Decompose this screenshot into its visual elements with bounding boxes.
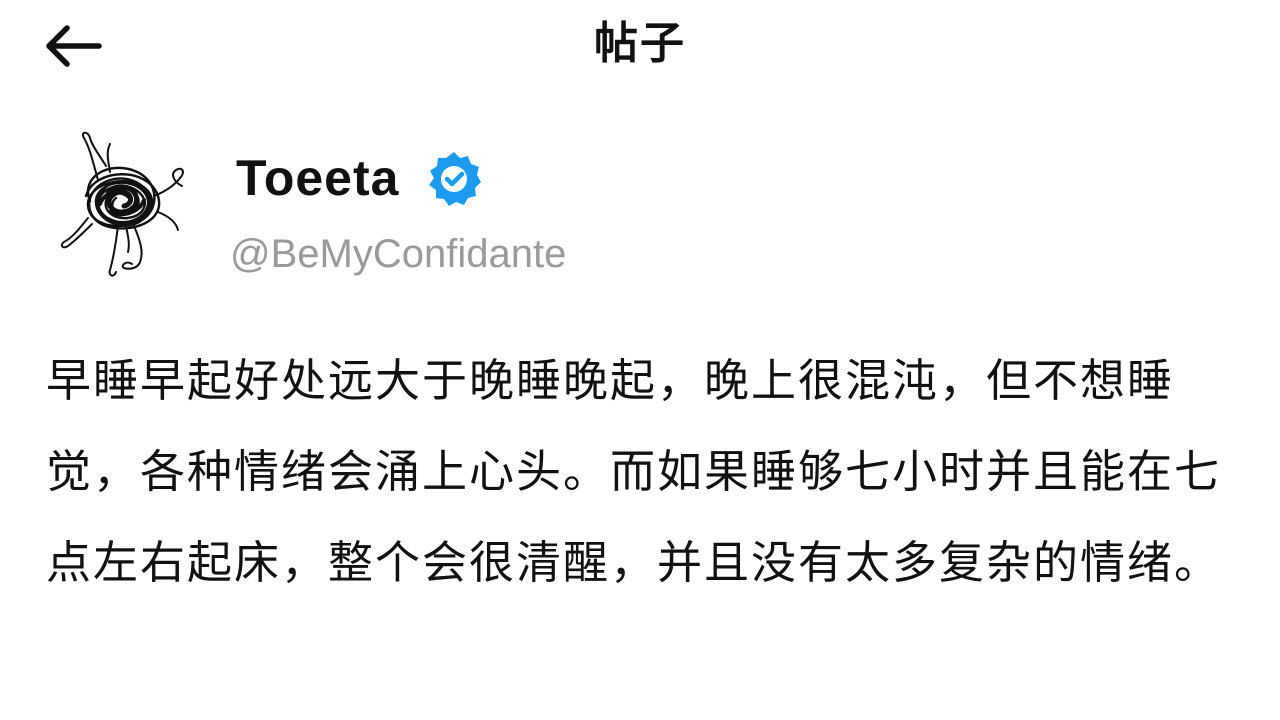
verified-badge-icon <box>429 152 482 206</box>
author-handle[interactable]: @BeMyConfidante <box>230 226 566 282</box>
author-name-row[interactable]: Toeeta <box>236 148 483 208</box>
author-display-name: Toeeta <box>236 150 400 206</box>
post-body-text: 早睡早起好处远大于晚睡晚起，晚上很混沌，但不想睡觉，各种情绪会涌上心头。而如果睡… <box>46 354 1222 589</box>
post-detail-page: 帖子 Toeeta @BeMyConfidante 早睡早起好处远大于晚睡晚起，… <box>0 0 1280 720</box>
avatar[interactable] <box>50 126 200 281</box>
author-header: Toeeta @BeMyConfidante <box>40 126 740 286</box>
scribble-figure-icon <box>60 131 184 277</box>
top-navigation-bar: 帖子 <box>0 0 1280 92</box>
page-title: 帖子 <box>594 18 686 69</box>
